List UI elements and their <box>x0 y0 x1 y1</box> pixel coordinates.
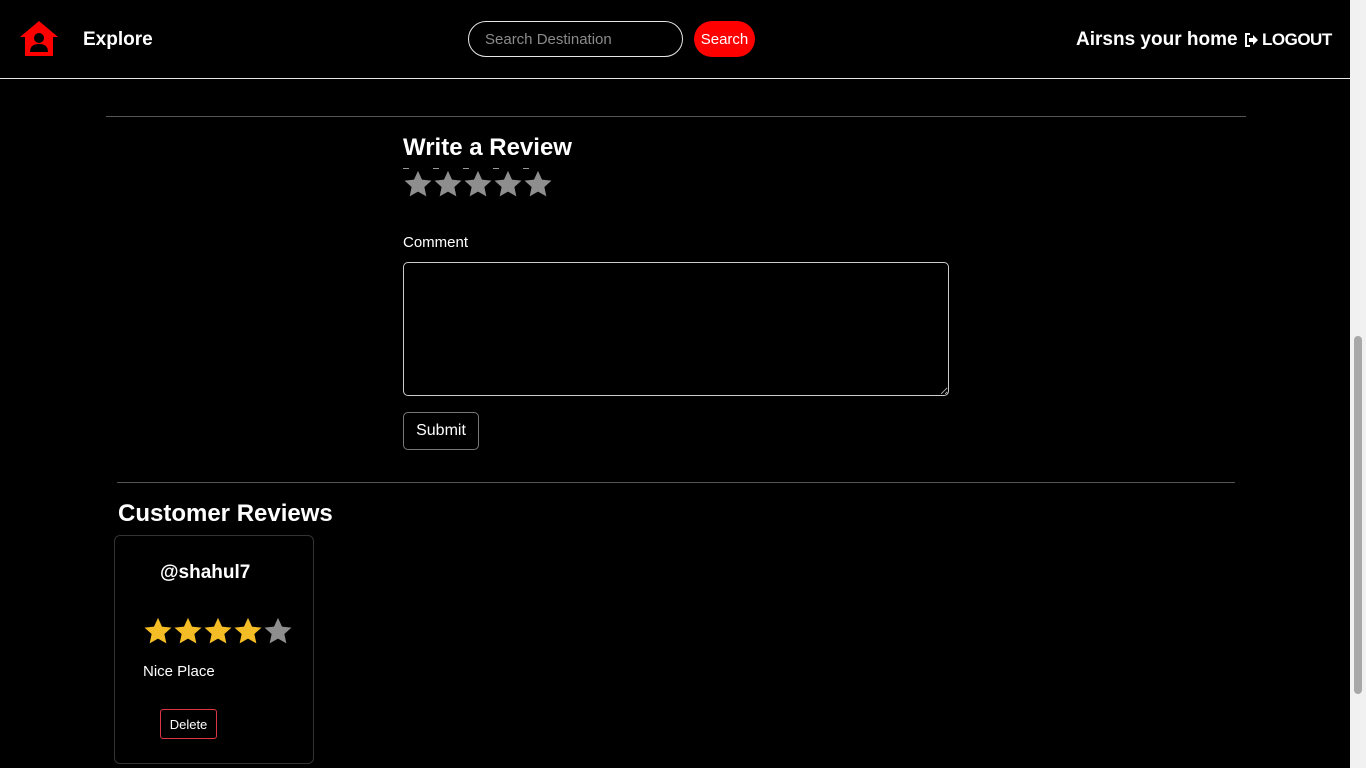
submit-button[interactable]: Submit <box>403 412 479 450</box>
star-empty-icon <box>263 615 293 647</box>
reviews-section-title: Customer Reviews <box>118 500 333 527</box>
nav-host-link[interactable]: Airsns your home <box>1076 29 1238 51</box>
star-3-icon[interactable] <box>463 168 493 200</box>
navbar: Explore Search Airsns your home LOGOUT <box>0 0 1350 79</box>
review-form-title: Write a Review <box>403 134 572 161</box>
star-2-icon[interactable] <box>433 168 463 200</box>
divider <box>117 482 1235 483</box>
review-card: @shahul7 Nice Place Delete <box>114 535 314 764</box>
rating-input[interactable] <box>403 168 553 200</box>
logout-link[interactable]: LOGOUT <box>1244 30 1332 50</box>
logout-label: LOGOUT <box>1262 30 1332 49</box>
star-filled-icon <box>143 615 173 647</box>
home-logo-icon[interactable] <box>19 20 59 58</box>
review-author: @shahul7 <box>160 562 251 583</box>
search-button[interactable]: Search <box>694 21 755 57</box>
scrollbar-thumb[interactable] <box>1354 336 1362 694</box>
search-input[interactable] <box>468 21 683 57</box>
delete-review-button[interactable]: Delete <box>160 709 217 739</box>
star-filled-icon <box>173 615 203 647</box>
review-comment: Nice Place <box>143 663 215 680</box>
star-filled-icon <box>203 615 233 647</box>
star-filled-icon <box>233 615 263 647</box>
comment-label: Comment <box>403 234 469 251</box>
star-4-icon[interactable] <box>493 168 523 200</box>
nav-explore-link[interactable]: Explore <box>83 29 153 51</box>
review-rating <box>143 615 293 647</box>
star-5-icon[interactable] <box>523 168 553 200</box>
page-scrollbar[interactable] <box>1350 0 1366 768</box>
logout-icon <box>1245 33 1258 47</box>
comment-textarea[interactable] <box>403 262 949 396</box>
divider <box>106 116 1246 117</box>
star-1-icon[interactable] <box>403 168 433 200</box>
